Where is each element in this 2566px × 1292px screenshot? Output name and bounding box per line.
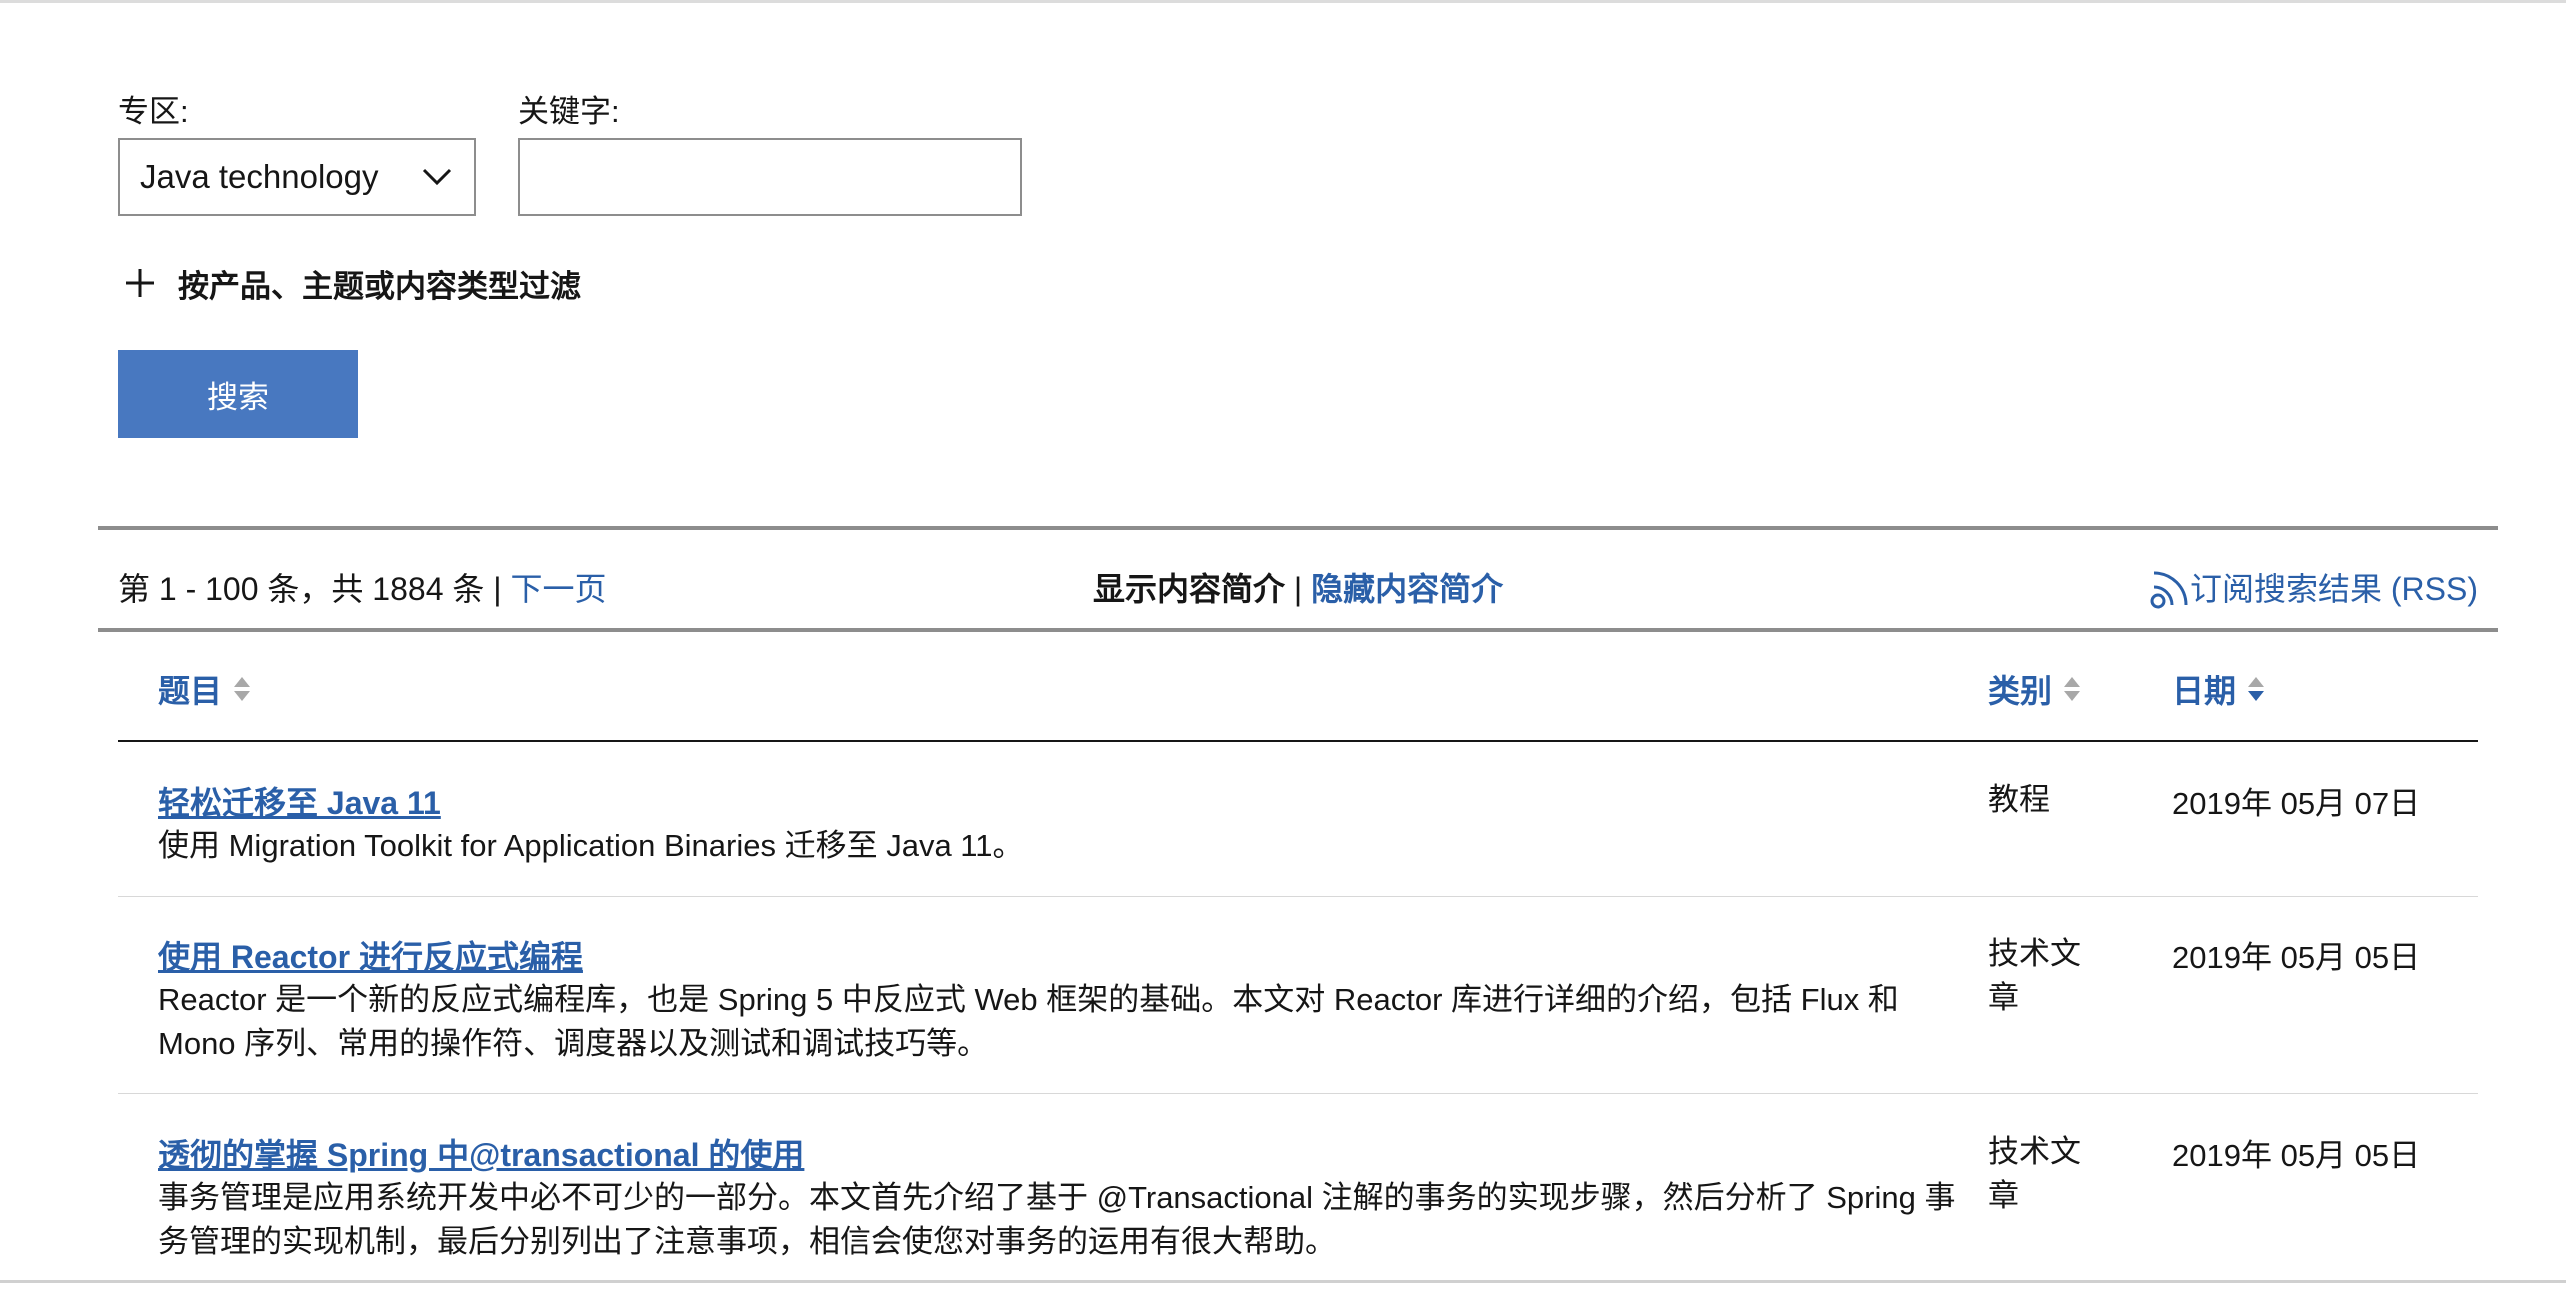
summary-toggle: 显示内容简介 | 隐藏内容简介 — [1093, 564, 1503, 610]
sort-descending-icon — [2248, 677, 2265, 701]
column-date[interactable]: 日期 — [2172, 666, 2266, 712]
row-category: 技术文章 — [1988, 1134, 2081, 1213]
column-category[interactable]: 类别 — [1988, 666, 2082, 712]
row-category: 技术文章 — [1988, 936, 2081, 1015]
row-date: 2019年 05月 07日 — [2172, 786, 2421, 821]
row-description: Reactor 是一个新的反应式编程库，也是 Spring 5 中反应式 Web… — [158, 982, 1899, 1061]
top-divider — [0, 0, 2566, 3]
zone-label: 专区: — [118, 94, 189, 129]
hide-summary-link[interactable]: 隐藏内容简介 — [1311, 571, 1503, 607]
filter-toggle[interactable]: 按产品、主题或内容类型过滤 — [118, 258, 581, 308]
rss-icon — [2150, 571, 2188, 609]
plus-icon — [126, 269, 154, 297]
filter-toggle-label: 按产品、主题或内容类型过滤 — [178, 268, 581, 304]
row-date: 2019年 05月 05日 — [2172, 940, 2421, 975]
search-button[interactable]: 搜索 — [118, 350, 358, 438]
rss-link[interactable]: 订阅搜索结果 (RSS) — [2150, 564, 2478, 610]
chevron-down-icon — [422, 168, 452, 186]
zone-select[interactable]: Java technology — [118, 138, 476, 216]
column-category-label: 类别 — [1988, 673, 2053, 709]
row-divider — [118, 896, 2478, 897]
row-title-link[interactable]: 透彻的掌握 Spring 中@transactional 的使用 — [158, 1130, 804, 1176]
show-summary-label: 显示内容简介 — [1093, 571, 1286, 607]
table-header: 题目 类别 日期 — [118, 660, 2478, 740]
keyword-input[interactable] — [518, 138, 1022, 216]
column-title-label: 题目 — [158, 673, 223, 709]
sort-icon — [234, 677, 251, 701]
zone-select-value: Java technology — [140, 158, 379, 195]
results-bar: 第 1 - 100 条，共 1884 条 | 下一页 显示内容简介 | 隐藏内容… — [118, 558, 2478, 610]
row-divider — [118, 1093, 2478, 1094]
column-title[interactable]: 题目 — [158, 666, 252, 712]
rss-label: 订阅搜索结果 (RSS) — [2189, 571, 2478, 607]
row-category: 教程 — [1988, 782, 2050, 817]
column-date-label: 日期 — [2172, 673, 2237, 709]
table-header-divider — [118, 740, 2478, 742]
results-count: 第 1 - 100 条，共 1884 条 | — [118, 571, 502, 607]
results-top-divider — [98, 526, 2498, 530]
row-title-link[interactable]: 使用 Reactor 进行反应式编程 — [158, 932, 583, 978]
results-bottom-divider — [98, 628, 2498, 632]
next-page-link[interactable]: 下一页 — [510, 571, 606, 607]
sort-icon — [2064, 677, 2081, 701]
row-date: 2019年 05月 05日 — [2172, 1138, 2421, 1173]
row-title-link[interactable]: 轻松迁移至 Java 11 — [158, 778, 441, 824]
summary-separator: | — [1293, 571, 1303, 607]
row-description: 使用 Migration Toolkit for Application Bin… — [158, 828, 1024, 863]
bottom-divider — [0, 1280, 2566, 1283]
keyword-label: 关键字: — [518, 94, 620, 129]
results-count-area: 第 1 - 100 条，共 1884 条 | 下一页 — [118, 564, 607, 610]
row-description: 事务管理是应用系统开发中必不可少的一部分。本文首先介绍了基于 @Transact… — [158, 1180, 1956, 1259]
